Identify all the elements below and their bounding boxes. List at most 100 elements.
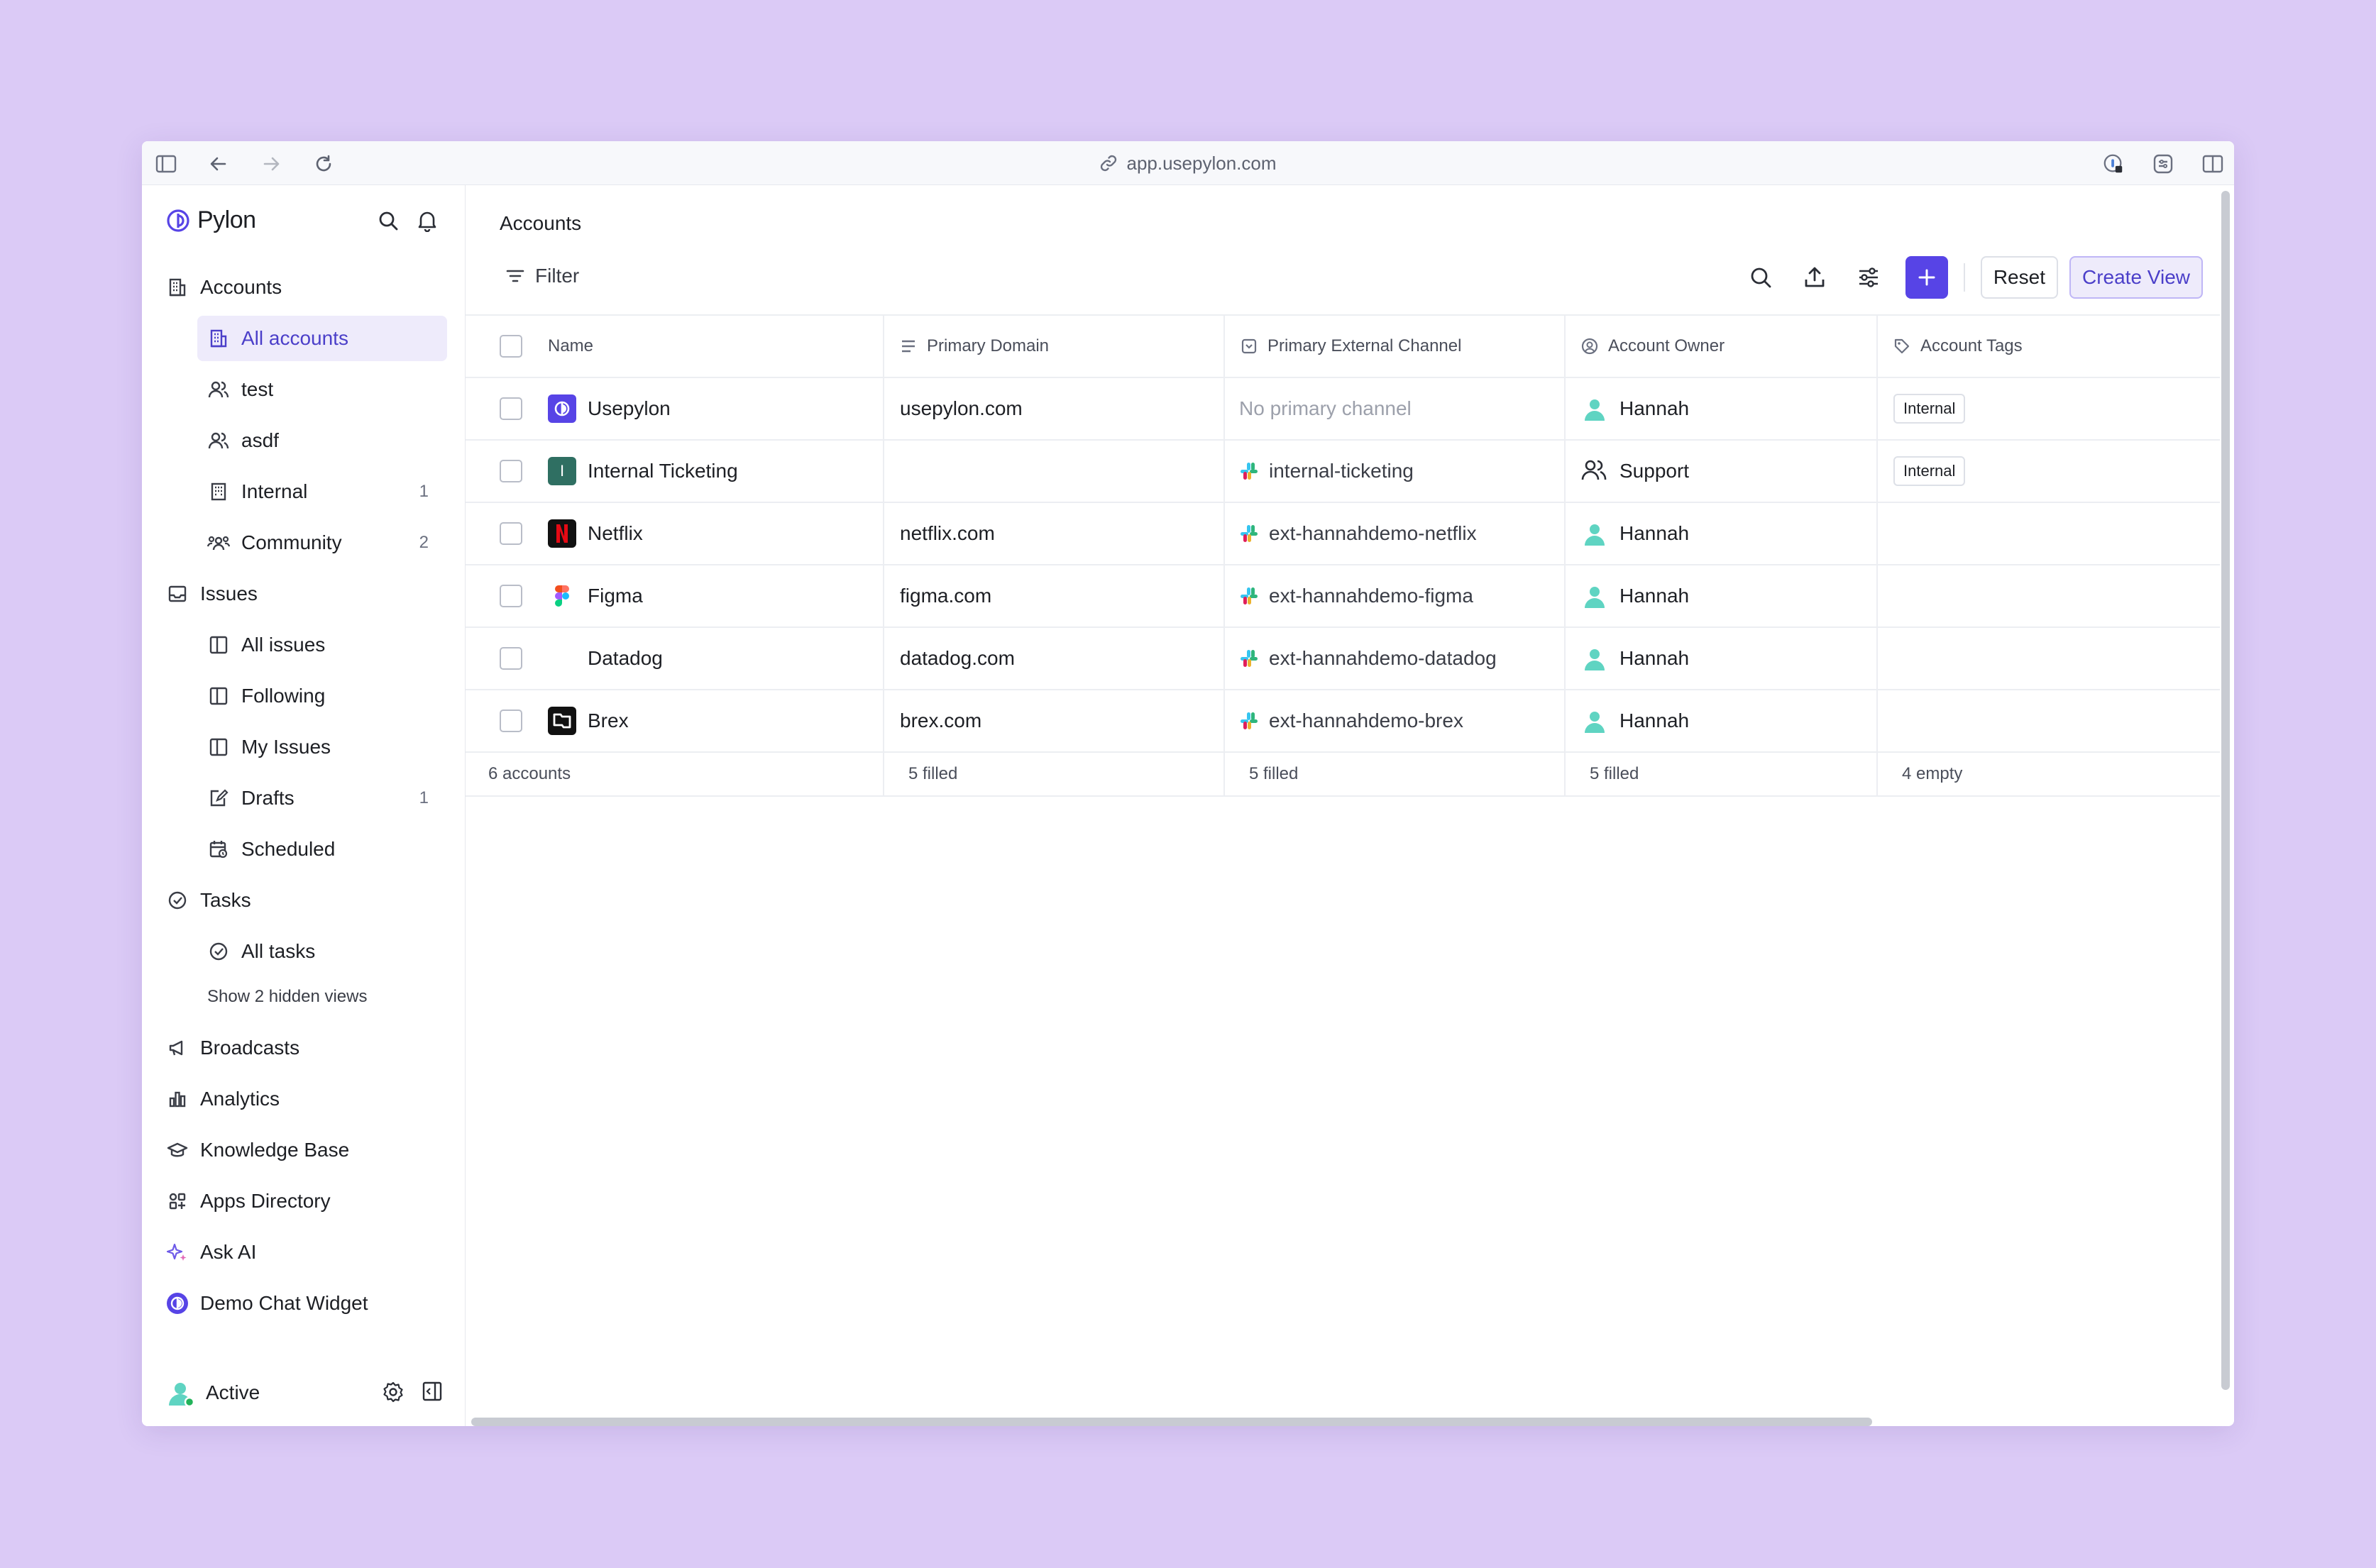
owner-cell[interactable]: Support: [1566, 441, 1878, 502]
domain-cell[interactable]: usepylon.com: [884, 378, 1225, 439]
name-cell[interactable]: Usepylon: [466, 378, 884, 439]
sidebar-item-my-issues[interactable]: My Issues: [197, 724, 447, 770]
tags-cell[interactable]: Internal: [1878, 441, 2220, 502]
horizontal-scrollbar[interactable]: [471, 1418, 1872, 1426]
column-header-primary-external-channel[interactable]: Primary External Channel: [1225, 316, 1566, 377]
tag-badge[interactable]: Internal: [1893, 394, 1966, 424]
sidebar-item-test[interactable]: test: [197, 367, 447, 412]
domain-cell[interactable]: brex.com: [884, 690, 1225, 751]
account-name[interactable]: Datadog: [588, 647, 663, 670]
sidebar-item-issues[interactable]: Issues: [166, 571, 443, 617]
channel-name[interactable]: ext-hannahdemo-datadog: [1269, 647, 1497, 670]
sidebar-item-demo-chat-widget[interactable]: Demo Chat Widget: [166, 1281, 443, 1326]
column-header-account-owner[interactable]: Account Owner: [1566, 316, 1878, 377]
name-cell[interactable]: Brex: [466, 690, 884, 751]
name-cell[interactable]: Figma: [466, 565, 884, 626]
search-icon[interactable]: [1745, 262, 1776, 293]
summary-domain[interactable]: 5 filled: [884, 753, 1225, 795]
account-name[interactable]: Netflix: [588, 522, 643, 545]
tags-cell[interactable]: [1878, 565, 2220, 626]
domain-cell[interactable]: [884, 441, 1225, 502]
owner-cell[interactable]: Hannah: [1566, 503, 1878, 564]
owner-cell[interactable]: Hannah: [1566, 690, 1878, 751]
channel-cell[interactable]: No primary channel: [1225, 378, 1566, 439]
row-checkbox[interactable]: [500, 460, 522, 482]
sliders-icon[interactable]: [1853, 262, 1884, 293]
summary-tags[interactable]: 4 empty: [1878, 753, 2220, 795]
table-row[interactable]: Figma figma.com ext-hannahdemo-figma Han…: [466, 565, 2220, 628]
account-name[interactable]: Figma: [588, 585, 643, 607]
user-status[interactable]: Active: [166, 1375, 443, 1410]
sidebar-item-all-tasks[interactable]: All tasks: [197, 929, 447, 974]
row-checkbox[interactable]: [500, 397, 522, 420]
tags-cell[interactable]: [1878, 503, 2220, 564]
extension-icon[interactable]: [2152, 153, 2174, 175]
domain-cell[interactable]: datadog.com: [884, 628, 1225, 689]
channel-cell[interactable]: internal-ticketing: [1225, 441, 1566, 502]
channel-name[interactable]: ext-hannahdemo-netflix: [1269, 522, 1477, 545]
reset-button[interactable]: Reset: [1980, 256, 2058, 299]
show-hidden-views-link[interactable]: Show 2 hidden views: [207, 987, 367, 1007]
password-extension-icon[interactable]: [2102, 153, 2125, 175]
sidebar-item-asdf[interactable]: asdf: [197, 418, 447, 463]
bell-icon[interactable]: [417, 209, 438, 232]
layout-panel-icon[interactable]: [422, 1381, 443, 1403]
row-checkbox[interactable]: [500, 647, 522, 670]
gear-icon[interactable]: [382, 1381, 405, 1403]
export-icon[interactable]: [1799, 262, 1830, 293]
domain-cell[interactable]: figma.com: [884, 565, 1225, 626]
name-cell[interactable]: Datadog: [466, 628, 884, 689]
sidebar-item-broadcasts[interactable]: Broadcasts: [166, 1025, 443, 1071]
owner-cell[interactable]: Hannah: [1566, 378, 1878, 439]
search-icon[interactable]: [377, 209, 400, 232]
account-name[interactable]: Usepylon: [588, 397, 671, 420]
owner-cell[interactable]: Hannah: [1566, 628, 1878, 689]
sidebar-item-tasks[interactable]: Tasks: [166, 878, 443, 923]
row-checkbox[interactable]: [500, 522, 522, 545]
brand-logo[interactable]: Pylon: [166, 206, 256, 234]
owner-cell[interactable]: Hannah: [1566, 565, 1878, 626]
domain-cell[interactable]: netflix.com: [884, 503, 1225, 564]
channel-cell[interactable]: ext-hannahdemo-brex: [1225, 690, 1566, 751]
create-view-button[interactable]: Create View: [2069, 256, 2203, 299]
tag-badge[interactable]: Internal: [1893, 456, 1966, 486]
table-row[interactable]: Usepylon usepylon.com No primary channel…: [466, 378, 2220, 441]
channel-cell[interactable]: ext-hannahdemo-datadog: [1225, 628, 1566, 689]
vertical-scrollbar[interactable]: [2221, 191, 2230, 1390]
sidebar-item-ask-ai[interactable]: Ask AI: [166, 1230, 443, 1275]
name-cell[interactable]: Netflix: [466, 503, 884, 564]
account-name[interactable]: Internal Ticketing: [588, 460, 738, 482]
table-row[interactable]: Netflix netflix.com ext-hannahdemo-netfl…: [466, 503, 2220, 565]
sidebar-item-scheduled[interactable]: Scheduled: [197, 827, 447, 872]
table-row[interactable]: Brex brex.com ext-hannahdemo-brex Hannah: [466, 690, 2220, 753]
row-checkbox[interactable]: [500, 585, 522, 607]
sidebar-item-apps-directory[interactable]: Apps Directory: [166, 1178, 443, 1224]
sidebar-item-all-accounts[interactable]: All accounts: [197, 316, 447, 361]
summary-owner[interactable]: 5 filled: [1566, 753, 1878, 795]
tags-cell[interactable]: [1878, 628, 2220, 689]
sidebar-item-following[interactable]: Following: [197, 673, 447, 719]
add-button[interactable]: [1905, 256, 1948, 299]
filter-button[interactable]: Filter: [505, 265, 579, 287]
sidebar-item-community[interactable]: Community 2: [197, 520, 447, 565]
summary-channel[interactable]: 5 filled: [1225, 753, 1566, 795]
sidebar-item-all-issues[interactable]: All issues: [197, 622, 447, 668]
name-cell[interactable]: I Internal Ticketing: [466, 441, 884, 502]
tags-cell[interactable]: Internal: [1878, 378, 2220, 439]
split-view-icon[interactable]: [2201, 153, 2224, 175]
sidebar-item-internal[interactable]: Internal 1: [197, 469, 447, 514]
account-name[interactable]: Brex: [588, 710, 629, 732]
row-checkbox[interactable]: [500, 710, 522, 732]
table-row[interactable]: Datadog datadog.com ext-hannahdemo-datad…: [466, 628, 2220, 690]
channel-name[interactable]: internal-ticketing: [1269, 460, 1414, 482]
sidebar-item-knowledge-base[interactable]: Knowledge Base: [166, 1127, 443, 1173]
sidebar-item-accounts[interactable]: Accounts: [166, 265, 443, 310]
table-row[interactable]: I Internal Ticketing internal-ticketing …: [466, 441, 2220, 503]
select-all-checkbox[interactable]: [500, 335, 522, 358]
column-header-name[interactable]: Name: [466, 316, 884, 377]
channel-name[interactable]: ext-hannahdemo-figma: [1269, 585, 1473, 607]
sidebar-item-drafts[interactable]: Drafts 1: [197, 775, 447, 821]
column-header-primary-domain[interactable]: Primary Domain: [884, 316, 1225, 377]
channel-cell[interactable]: ext-hannahdemo-figma: [1225, 565, 1566, 626]
address-bar[interactable]: app.usepylon.com: [142, 151, 2234, 175]
